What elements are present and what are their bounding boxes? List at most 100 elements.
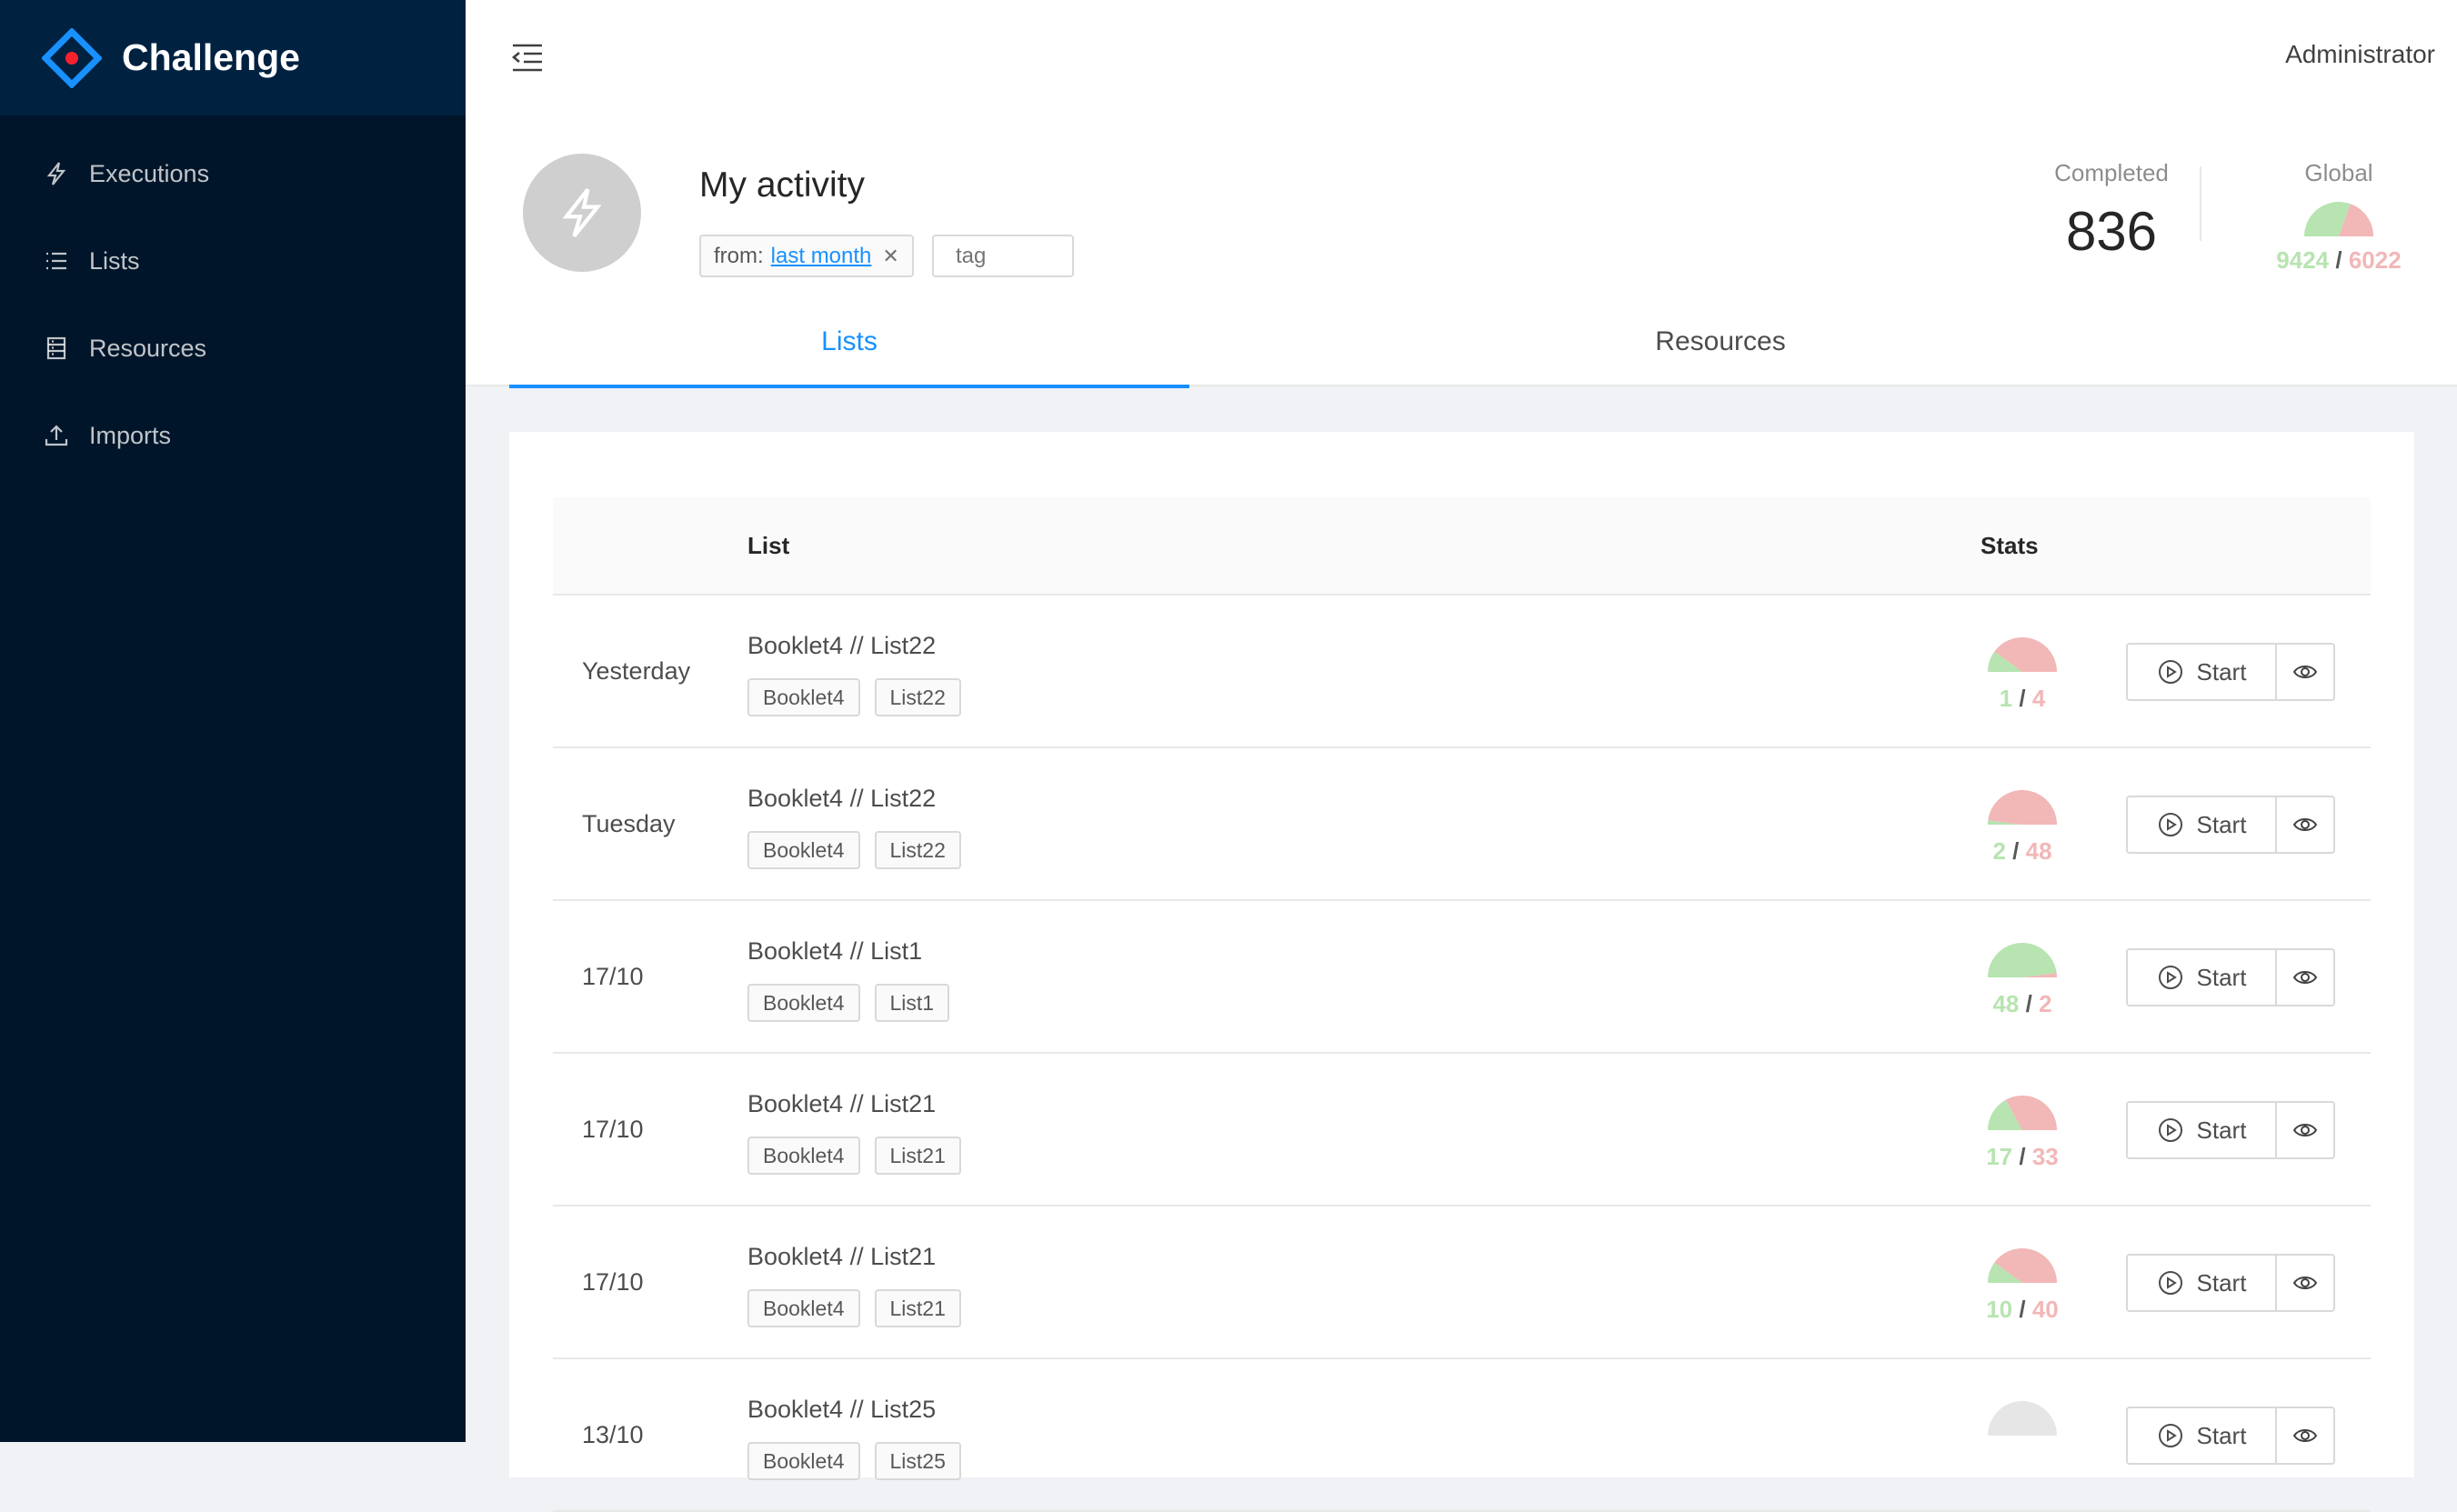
start-label: Start xyxy=(2196,810,2247,838)
stats-ratio: 2 / 48 xyxy=(1931,837,2113,866)
view-button[interactable] xyxy=(2277,796,2335,854)
column-header-list: List xyxy=(747,532,790,559)
page-title: My activity xyxy=(699,165,866,205)
wrong-count: 48 xyxy=(2025,837,2052,865)
tab-lists[interactable]: Lists xyxy=(509,297,1189,386)
tag-group: Booklet4 List25 xyxy=(747,1442,976,1480)
correct-count: 1 xyxy=(1999,685,2013,712)
date-filter-tag[interactable]: from: last month ✕ xyxy=(699,235,914,277)
filter-prefix: from: xyxy=(714,243,764,268)
start-button[interactable]: Start xyxy=(2126,1254,2277,1312)
tab-resources[interactable]: Resources xyxy=(1448,297,1993,386)
start-button[interactable]: Start xyxy=(2126,643,2277,701)
row-actions: Start xyxy=(2126,1254,2335,1312)
menu-fold-icon[interactable] xyxy=(509,40,546,76)
view-button[interactable] xyxy=(2277,1101,2335,1159)
start-button[interactable]: Start xyxy=(2126,1101,2277,1159)
list-tag[interactable]: Booklet4 xyxy=(747,1289,860,1327)
sidebar-item-resources[interactable]: Resources xyxy=(0,305,466,392)
view-button[interactable] xyxy=(2277,643,2335,701)
global-stat: Global 9424 / 6022 xyxy=(2248,159,2430,275)
start-button[interactable]: Start xyxy=(2126,1407,2277,1465)
row-date: Tuesday xyxy=(582,810,676,837)
sidebar-item-imports[interactable]: Imports xyxy=(0,392,466,479)
start-label: Start xyxy=(2196,963,2247,991)
list-tag[interactable]: List21 xyxy=(874,1289,961,1327)
ratio-separator: / xyxy=(2019,685,2026,712)
table-row: 17/10 Booklet4 // List21 Booklet4 List21 … xyxy=(553,1054,2371,1207)
row-date: 17/10 xyxy=(582,963,644,990)
start-label: Start xyxy=(2196,1116,2247,1144)
tag-group: Booklet4 List22 xyxy=(747,678,976,716)
start-label: Start xyxy=(2196,1421,2247,1449)
thunderbolt-icon xyxy=(562,187,602,238)
unordered-list-icon xyxy=(46,252,66,270)
view-button[interactable] xyxy=(2277,1254,2335,1312)
table-row: 17/10 Booklet4 // List1 Booklet4 List1 48… xyxy=(553,901,2371,1054)
eye-icon xyxy=(2292,1429,2318,1442)
start-button[interactable]: Start xyxy=(2126,796,2277,854)
global-gauge xyxy=(2304,202,2373,236)
global-wrong: 6022 xyxy=(2348,246,2402,274)
filter-value-link[interactable]: last month xyxy=(771,244,872,269)
list-tag[interactable]: Booklet4 xyxy=(747,678,860,716)
logo[interactable]: Challenge xyxy=(0,0,466,115)
database-icon xyxy=(46,336,66,360)
tag-group: Booklet4 List21 xyxy=(747,1289,976,1327)
lists-table: List Stats Yesterday Booklet4 // List22 … xyxy=(553,497,2371,1512)
row-date: Yesterday xyxy=(582,657,691,685)
correct-count: 2 xyxy=(1992,837,2006,865)
wrong-count: 2 xyxy=(2039,990,2052,1017)
sidebar-item-label: Lists xyxy=(89,246,140,275)
stats-gauge xyxy=(1988,1096,2057,1130)
start-button[interactable]: Start xyxy=(2126,948,2277,1006)
tabs: Lists Resources xyxy=(509,297,2457,388)
user-menu[interactable]: Administrator xyxy=(2285,40,2435,69)
tag-group: Booklet4 List1 xyxy=(747,984,964,1022)
stats-ratio: 1 / 4 xyxy=(1931,685,2113,713)
wrong-count: 4 xyxy=(2031,685,2046,712)
list-tag[interactable]: List25 xyxy=(874,1442,961,1480)
stats-gauge xyxy=(1988,789,2057,825)
list-name[interactable]: Booklet4 // List22 xyxy=(747,785,936,813)
table-body: Yesterday Booklet4 // List22 Booklet4 Lis… xyxy=(553,596,2371,1512)
play-circle-icon xyxy=(2158,966,2182,989)
gauge-wrong xyxy=(1988,789,2057,825)
list-tag[interactable]: List1 xyxy=(874,984,950,1022)
correct-count: 48 xyxy=(1992,990,2020,1017)
divider xyxy=(2200,166,2201,241)
list-name[interactable]: Booklet4 // List25 xyxy=(747,1396,936,1424)
play-circle-icon xyxy=(2158,1271,2182,1295)
list-tag[interactable]: Booklet4 xyxy=(747,1442,860,1480)
list-tag[interactable]: Booklet4 xyxy=(747,1137,860,1175)
sidebar-item-label: Executions xyxy=(89,159,210,187)
list-tag[interactable]: List22 xyxy=(874,831,961,869)
list-name[interactable]: Booklet4 // List21 xyxy=(747,1243,936,1271)
sidebar-item-label: Resources xyxy=(89,334,207,362)
sidebar-item-lists[interactable]: Lists xyxy=(0,217,466,305)
completed-stat: Completed 836 xyxy=(2011,159,2211,263)
close-icon[interactable]: ✕ xyxy=(882,245,898,268)
view-button[interactable] xyxy=(2277,948,2335,1006)
list-name[interactable]: Booklet4 // List22 xyxy=(747,632,936,660)
top-header: Administrator xyxy=(466,0,2457,115)
app-title: Challenge xyxy=(122,36,300,78)
list-tag[interactable]: Booklet4 xyxy=(747,831,860,869)
stats-ratio: 48 / 2 xyxy=(1931,990,2113,1018)
completed-label: Completed xyxy=(2054,159,2169,186)
list-tag[interactable]: Booklet4 xyxy=(747,984,860,1022)
list-name[interactable]: Booklet4 // List21 xyxy=(747,1090,936,1118)
view-button[interactable] xyxy=(2277,1407,2335,1465)
row-date: 13/10 xyxy=(582,1421,644,1448)
tag-input[interactable] xyxy=(932,235,1074,277)
sidebar-item-executions[interactable]: Executions xyxy=(0,130,466,217)
global-label: Global xyxy=(2304,159,2373,186)
row-actions: Start xyxy=(2126,796,2335,854)
list-tag[interactable]: List21 xyxy=(874,1137,961,1175)
play-circle-icon xyxy=(2158,1118,2182,1142)
list-name[interactable]: Booklet4 // List1 xyxy=(747,937,922,966)
ratio-separator: / xyxy=(2012,837,2020,865)
list-tag[interactable]: List22 xyxy=(874,678,961,716)
table-row: 17/10 Booklet4 // List21 Booklet4 List21 … xyxy=(553,1207,2371,1359)
column-header-stats: Stats xyxy=(1981,532,2039,559)
